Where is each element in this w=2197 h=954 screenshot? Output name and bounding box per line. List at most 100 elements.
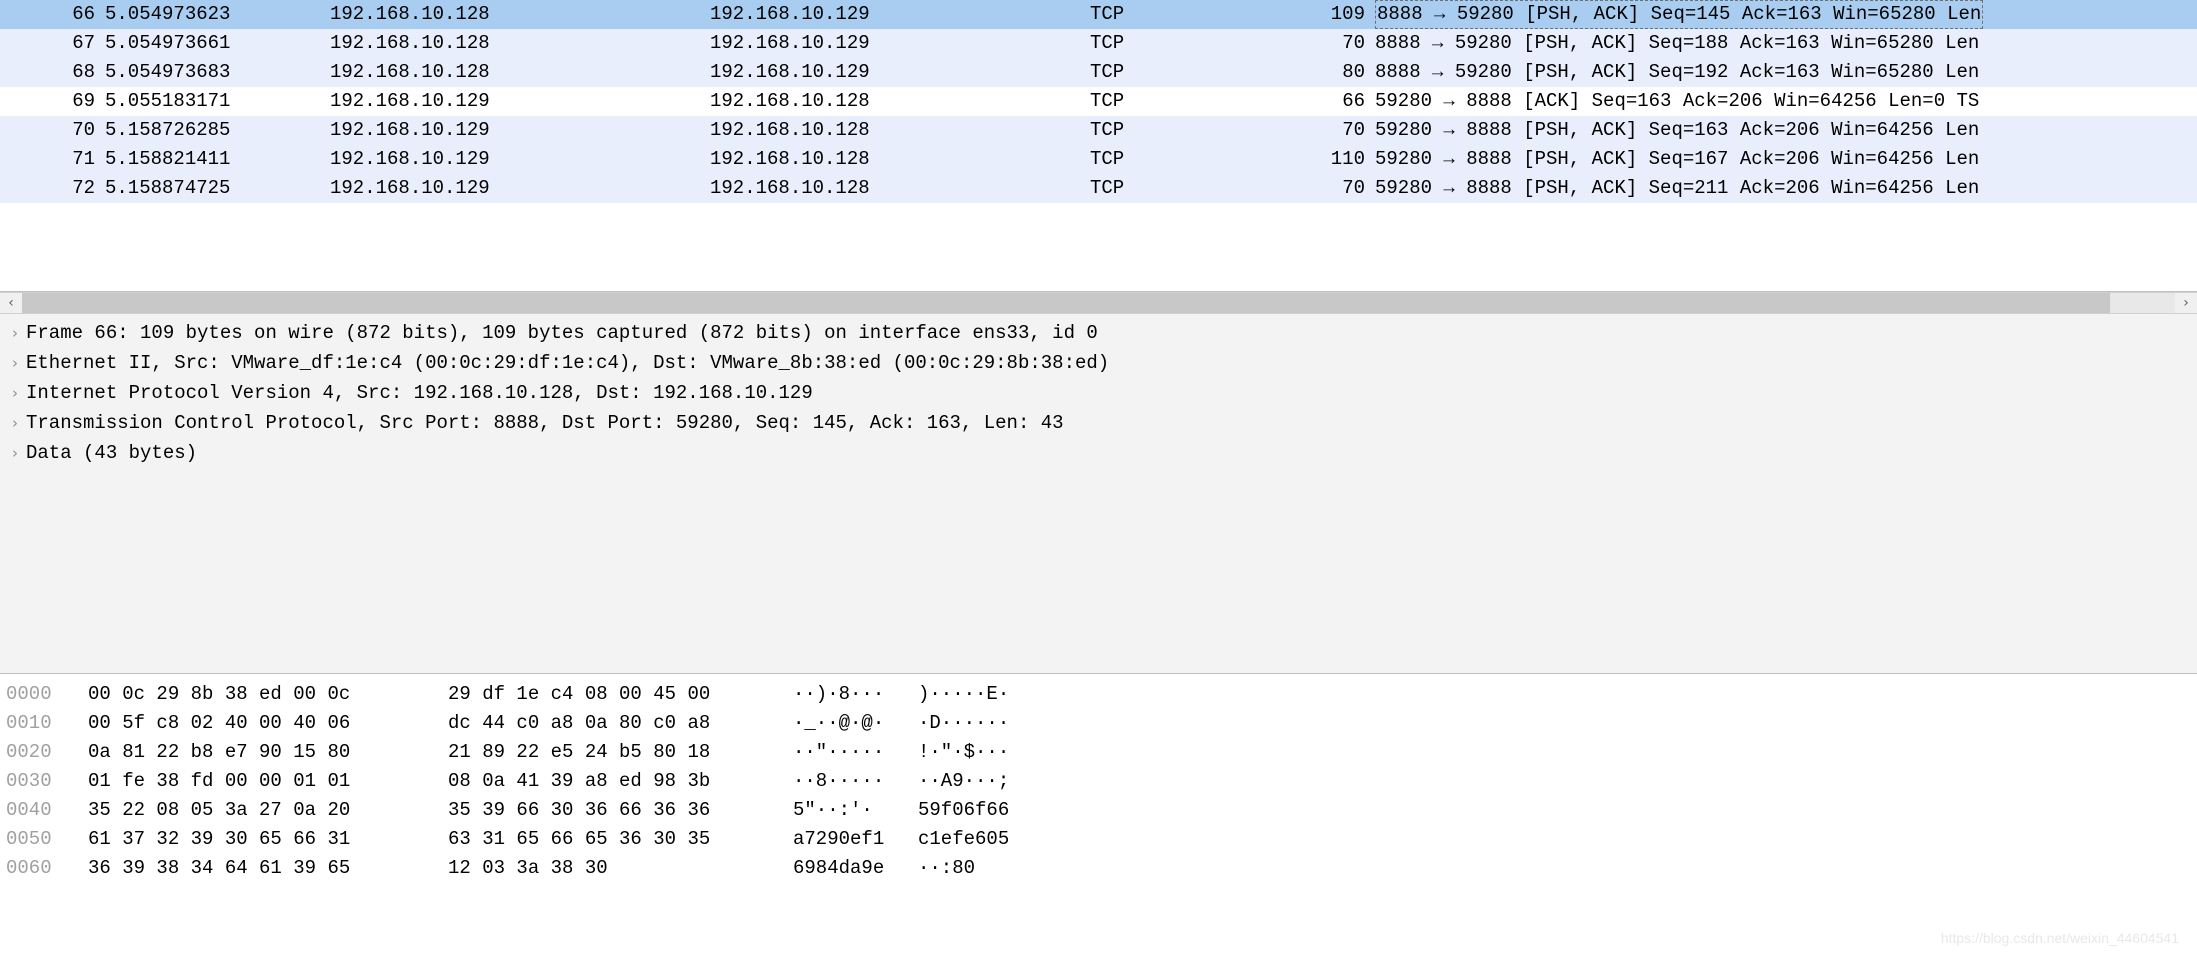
scroll-left-icon[interactable]: ‹ <box>0 295 22 311</box>
packet-row[interactable]: 715.158821411192.168.10.129192.168.10.12… <box>0 145 2197 174</box>
expand-icon[interactable]: › <box>4 324 26 342</box>
col-src: 192.168.10.129 <box>330 174 710 203</box>
hex-bytes-group1: 00 5f c8 02 40 00 40 06 <box>88 709 448 738</box>
col-info: 8888 → 59280 [PSH, ACK] Seq=145 Ack=163 … <box>1375 0 2197 29</box>
hex-row[interactable]: 000000 0c 29 8b 38 ed 00 0c29 df 1e c4 0… <box>6 680 2197 709</box>
col-proto: TCP <box>1090 116 1300 145</box>
watermark-text: https://blog.csdn.net/weixin_44604541 <box>1941 930 2179 946</box>
col-proto: TCP <box>1090 145 1300 174</box>
col-no: 67 <box>10 29 105 58</box>
col-info: 59280 → 8888 [ACK] Seq=163 Ack=206 Win=6… <box>1375 87 2197 116</box>
hex-row[interactable]: 001000 5f c8 02 40 00 40 06dc 44 c0 a8 0… <box>6 709 2197 738</box>
col-dst: 192.168.10.129 <box>710 58 1090 87</box>
packet-row[interactable]: 675.054973661192.168.10.128192.168.10.12… <box>0 29 2197 58</box>
col-len: 80 <box>1300 58 1375 87</box>
col-src: 192.168.10.128 <box>330 29 710 58</box>
detail-row[interactable]: ›Frame 66: 109 bytes on wire (872 bits),… <box>0 318 2197 348</box>
col-no: 66 <box>10 0 105 29</box>
hex-bytes-group1: 01 fe 38 fd 00 00 01 01 <box>88 767 448 796</box>
col-no: 71 <box>10 145 105 174</box>
col-len: 70 <box>1300 29 1375 58</box>
packet-bytes-pane[interactable]: 000000 0c 29 8b 38 ed 00 0c29 df 1e c4 0… <box>0 674 2197 883</box>
packet-row[interactable]: 665.054973623192.168.10.128192.168.10.12… <box>0 0 2197 29</box>
hex-bytes-group2: 63 31 65 66 65 36 30 35 <box>448 825 793 854</box>
hex-offset: 0050 <box>6 825 88 854</box>
scroll-thumb[interactable] <box>22 293 2110 313</box>
col-dst: 192.168.10.129 <box>710 29 1090 58</box>
col-proto: TCP <box>1090 29 1300 58</box>
col-proto: TCP <box>1090 174 1300 203</box>
hex-row[interactable]: 003001 fe 38 fd 00 00 01 0108 0a 41 39 a… <box>6 767 2197 796</box>
detail-row[interactable]: ›Ethernet II, Src: VMware_df:1e:c4 (00:0… <box>0 348 2197 378</box>
hex-ascii-group1: ·_··@·@· <box>793 709 918 738</box>
hex-bytes-group1: 61 37 32 39 30 65 66 31 <box>88 825 448 854</box>
col-len: 70 <box>1300 116 1375 145</box>
col-time: 5.054973623 <box>105 0 330 29</box>
detail-row[interactable]: ›Internet Protocol Version 4, Src: 192.1… <box>0 378 2197 408</box>
hex-ascii-group1: ··8····· <box>793 767 918 796</box>
col-info: 59280 → 8888 [PSH, ACK] Seq=167 Ack=206 … <box>1375 145 2197 174</box>
hex-ascii-group1: 5"··:'· <box>793 796 918 825</box>
hex-offset: 0040 <box>6 796 88 825</box>
hex-ascii-group1: ··)·8··· <box>793 680 918 709</box>
hex-bytes-group1: 00 0c 29 8b 38 ed 00 0c <box>88 680 448 709</box>
hex-row[interactable]: 005061 37 32 39 30 65 66 3163 31 65 66 6… <box>6 825 2197 854</box>
col-no: 69 <box>10 87 105 116</box>
expand-icon[interactable]: › <box>4 414 26 432</box>
col-info: 8888 → 59280 [PSH, ACK] Seq=188 Ack=163 … <box>1375 29 2197 58</box>
expand-icon[interactable]: › <box>4 384 26 402</box>
hex-ascii-group1: ··"····· <box>793 738 918 767</box>
packet-row[interactable]: 725.158874725192.168.10.129192.168.10.12… <box>0 174 2197 203</box>
col-proto: TCP <box>1090 58 1300 87</box>
hex-row[interactable]: 00200a 81 22 b8 e7 90 15 8021 89 22 e5 2… <box>6 738 2197 767</box>
col-no: 68 <box>10 58 105 87</box>
packet-row[interactable]: 695.055183171192.168.10.129192.168.10.12… <box>0 87 2197 116</box>
info-text: 8888 → 59280 [PSH, ACK] Seq=145 Ack=163 … <box>1375 0 1983 29</box>
hex-offset: 0030 <box>6 767 88 796</box>
hex-bytes-group2: 21 89 22 e5 24 b5 80 18 <box>448 738 793 767</box>
col-no: 70 <box>10 116 105 145</box>
hex-offset: 0010 <box>6 709 88 738</box>
detail-text: Transmission Control Protocol, Src Port:… <box>26 412 1064 434</box>
hex-ascii-group2: ··:80 <box>918 854 975 883</box>
packet-list-pane[interactable]: 665.054973623192.168.10.128192.168.10.12… <box>0 0 2197 292</box>
expand-icon[interactable]: › <box>4 444 26 462</box>
col-len: 66 <box>1300 87 1375 116</box>
col-info: 59280 → 8888 [PSH, ACK] Seq=163 Ack=206 … <box>1375 116 2197 145</box>
info-text: 59280 → 8888 [PSH, ACK] Seq=167 Ack=206 … <box>1375 145 1979 174</box>
hex-bytes-group2: 08 0a 41 39 a8 ed 98 3b <box>448 767 793 796</box>
hex-ascii-group2: 59f06f66 <box>918 796 1009 825</box>
detail-text: Frame 66: 109 bytes on wire (872 bits), … <box>26 322 1098 344</box>
packet-row[interactable]: 705.158726285192.168.10.129192.168.10.12… <box>0 116 2197 145</box>
hex-ascii-group2: )·····E· <box>918 680 1009 709</box>
info-text: 59280 → 8888 [ACK] Seq=163 Ack=206 Win=6… <box>1375 87 1979 116</box>
scroll-track[interactable] <box>22 293 2175 313</box>
col-time: 5.054973661 <box>105 29 330 58</box>
hex-ascii-group2: ··A9···; <box>918 767 1009 796</box>
col-time: 5.158874725 <box>105 174 330 203</box>
info-text: 59280 → 8888 [PSH, ACK] Seq=211 Ack=206 … <box>1375 174 1979 203</box>
info-text: 8888 → 59280 [PSH, ACK] Seq=188 Ack=163 … <box>1375 29 1979 58</box>
detail-row[interactable]: ›Data (43 bytes) <box>0 438 2197 468</box>
packet-row[interactable]: 685.054973683192.168.10.128192.168.10.12… <box>0 58 2197 87</box>
hex-offset: 0060 <box>6 854 88 883</box>
hex-bytes-group2: 12 03 3a 38 30 <box>448 854 793 883</box>
col-src: 192.168.10.129 <box>330 145 710 174</box>
detail-row[interactable]: ›Transmission Control Protocol, Src Port… <box>0 408 2197 438</box>
hex-row[interactable]: 006036 39 38 34 64 61 39 6512 03 3a 38 3… <box>6 854 2197 883</box>
expand-icon[interactable]: › <box>4 354 26 372</box>
col-dst: 192.168.10.128 <box>710 87 1090 116</box>
col-src: 192.168.10.128 <box>330 58 710 87</box>
hex-bytes-group2: 29 df 1e c4 08 00 45 00 <box>448 680 793 709</box>
col-src: 192.168.10.128 <box>330 0 710 29</box>
packet-details-pane[interactable]: ›Frame 66: 109 bytes on wire (872 bits),… <box>0 314 2197 674</box>
hex-offset: 0020 <box>6 738 88 767</box>
hex-ascii-group1: a7290ef1 <box>793 825 918 854</box>
hex-row[interactable]: 004035 22 08 05 3a 27 0a 2035 39 66 30 3… <box>6 796 2197 825</box>
col-src: 192.168.10.129 <box>330 116 710 145</box>
info-text: 59280 → 8888 [PSH, ACK] Seq=163 Ack=206 … <box>1375 116 1979 145</box>
col-info: 8888 → 59280 [PSH, ACK] Seq=192 Ack=163 … <box>1375 58 2197 87</box>
scroll-right-icon[interactable]: › <box>2175 295 2197 311</box>
col-dst: 192.168.10.128 <box>710 174 1090 203</box>
packet-list-hscrollbar[interactable]: ‹ › <box>0 292 2197 314</box>
